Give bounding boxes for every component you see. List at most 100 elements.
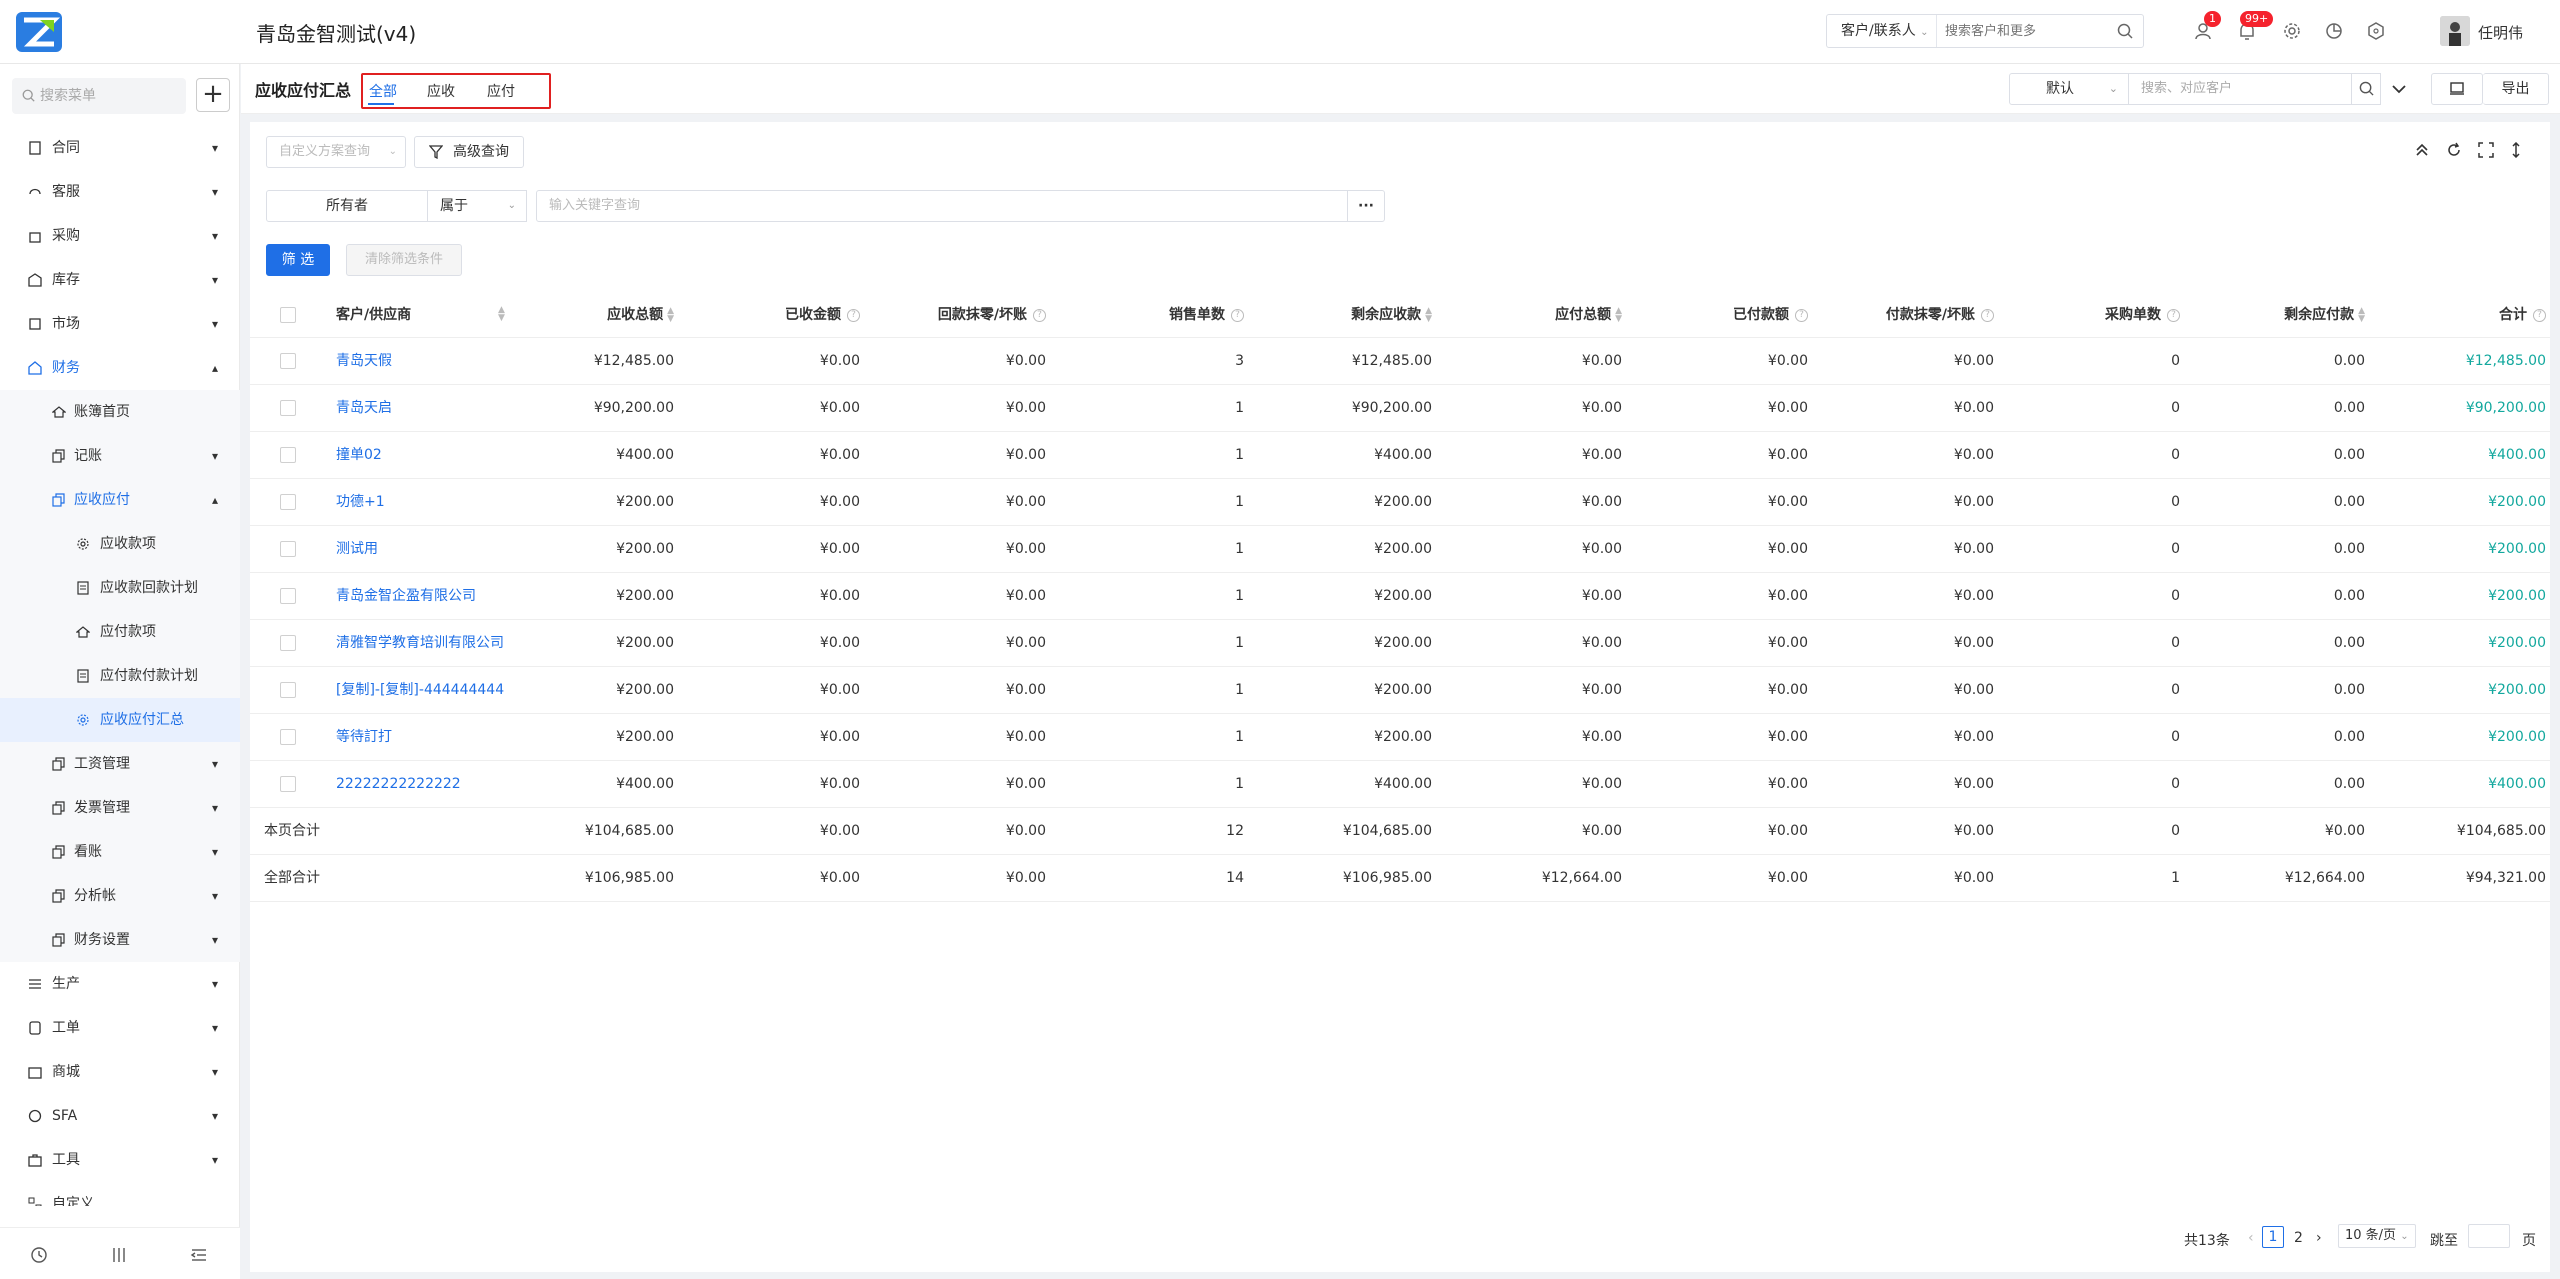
row-checkbox[interactable] <box>280 494 296 510</box>
select-all-checkbox[interactable] <box>280 307 296 323</box>
cell-received: ¥0.00 <box>819 776 860 792</box>
filter-keyword-input[interactable]: 输入关键字查询 <box>536 190 1348 222</box>
menu-search-input[interactable]: 搜索菜单 <box>12 78 186 114</box>
export-button[interactable]: 导出 <box>2483 73 2549 105</box>
gear-icon[interactable] <box>2281 20 2303 42</box>
sidebar-item-receivable-payable[interactable]: 应收应付 ▴ <box>0 478 240 522</box>
sidebar-item-payables[interactable]: 应付款项 <box>0 610 240 654</box>
clear-filter-button[interactable]: 清除筛选条件 <box>346 244 462 276</box>
header-search-button[interactable] <box>2351 73 2381 105</box>
sidebar-item-invoice[interactable]: 发票管理 ▾ <box>0 786 240 830</box>
refresh-icon[interactable] <box>2446 142 2462 158</box>
tab-receivable[interactable]: 应收 <box>427 81 455 101</box>
collapse-menu-icon[interactable] <box>190 1246 208 1264</box>
filter-button[interactable]: 筛 选 <box>266 244 330 276</box>
row-checkbox[interactable] <box>280 353 296 369</box>
cell-received: ¥0.00 <box>819 400 860 416</box>
user-name[interactable]: 任明伟 <box>2478 22 2523 43</box>
row-checkbox[interactable] <box>280 729 296 745</box>
sidebar-item-purchase[interactable]: 采购 ▾ <box>0 214 240 258</box>
sidebar-item-receivable-plan[interactable]: 应收款回款计划 <box>0 566 240 610</box>
page-size-select[interactable]: 10 条/页 ⌄ <box>2338 1224 2416 1248</box>
custom-scheme-select[interactable]: 自定义方案查询 ⌄ <box>266 136 406 168</box>
cell-paid: ¥0.00 <box>1767 823 1808 839</box>
cell-received: ¥0.00 <box>819 823 860 839</box>
pager-page-2[interactable]: 2 <box>2294 1230 2303 1246</box>
row-checkbox[interactable] <box>280 588 296 604</box>
filter-operator-select[interactable]: 属于 ⌄ <box>427 190 527 222</box>
col-header-payment-writeoff[interactable]: 付款抹零/坏账? <box>1794 292 1994 337</box>
sidebar-item-service[interactable]: 客服 ▾ <box>0 170 240 214</box>
history-icon[interactable] <box>30 1246 48 1264</box>
pager-prev-button[interactable]: ‹ <box>2248 1230 2254 1246</box>
sidebar-item-production[interactable]: 生产 ▾ <box>0 962 240 1006</box>
sidebar-item-analysis[interactable]: 分析帐 ▾ <box>0 874 240 918</box>
chevron-down-icon: ▾ <box>211 449 218 463</box>
row-checkbox[interactable] <box>280 776 296 792</box>
sidebar-item-finance[interactable]: 财务 ▴ <box>0 346 240 390</box>
sidebar-item-sfa[interactable]: SFA ▾ <box>0 1094 240 1138</box>
filter-field-select[interactable]: 所有者 <box>266 190 428 222</box>
col-header-receivable-total[interactable]: 应收总额 ▲ ▼ <box>474 292 674 337</box>
collapse-up-icon[interactable] <box>2414 142 2430 158</box>
tab-all[interactable]: 全部 <box>369 81 397 101</box>
row-checkbox[interactable] <box>280 635 296 651</box>
app-logo[interactable] <box>16 12 62 52</box>
col-header-payable-total[interactable]: 应付总额 ▲ ▼ <box>1422 292 1622 337</box>
pager-next-button[interactable]: › <box>2316 1230 2322 1246</box>
sidebar-item-custom[interactable]: 自定义 <box>0 1182 240 1206</box>
header-search-input[interactable]: 搜索、对应客户 <box>2128 73 2352 105</box>
col-header-receipt-writeoff[interactable]: 回款抹零/坏账? <box>846 292 1046 337</box>
sidebar-item-contract[interactable]: 合同 ▾ <box>0 126 240 170</box>
sidebar-item-receivables[interactable]: 应收款项 <box>0 522 240 566</box>
row-height-icon[interactable] <box>2508 142 2524 158</box>
avatar[interactable] <box>2440 16 2470 46</box>
view-select[interactable]: 默认 ⌄ <box>2009 73 2129 105</box>
sliders-icon[interactable] <box>110 1246 128 1264</box>
pager-jump-input[interactable] <box>2468 1224 2510 1248</box>
row-checkbox[interactable] <box>280 541 296 557</box>
sidebar-item-payroll[interactable]: 工资管理 ▾ <box>0 742 240 786</box>
sidebar-item-view-accounts[interactable]: 看账 ▾ <box>0 830 240 874</box>
sidebar-item-ticket[interactable]: 工单 ▾ <box>0 1006 240 1050</box>
cell-receipt-writeoff: ¥0.00 <box>1005 541 1046 557</box>
col-header-received[interactable]: 已收金额? <box>660 292 860 337</box>
sidebar-item-payable-plan[interactable]: 应付款付款计划 <box>0 654 240 698</box>
cell-remaining-receivable: ¥200.00 <box>1374 494 1432 510</box>
col-header-total[interactable]: 合计? <box>2346 292 2546 337</box>
col-header-sales-count[interactable]: 销售单数? <box>1044 292 1244 337</box>
col-header-purchase-count[interactable]: 采购单数? <box>1980 292 2180 337</box>
filter-icon <box>429 145 443 159</box>
filter-more-button[interactable]: ··· <box>1347 190 1385 222</box>
sidebar-item-store[interactable]: 商城 ▾ <box>0 1050 240 1094</box>
cell-payment-writeoff: ¥0.00 <box>1953 400 1994 416</box>
tab-payable[interactable]: 应付 <box>487 81 515 101</box>
col-header-remaining-payable[interactable]: 剩余应付款 ▲ ▼ <box>2165 292 2365 337</box>
sidebar-item-summary[interactable]: 应收应付汇总 <box>0 698 240 742</box>
row-checkbox[interactable] <box>280 400 296 416</box>
sidebar-item-finance-settings[interactable]: 财务设置 ▾ <box>0 918 240 962</box>
table-row: 青岛天启 ¥90,200.00 ¥0.00 ¥0.00 1 ¥90,200.00 ¥0.00… <box>250 385 2550 432</box>
col-header-paid[interactable]: 已付款额? <box>1608 292 1808 337</box>
chart-pie-icon[interactable] <box>2323 20 2345 42</box>
global-search-input[interactable] <box>1945 15 2105 47</box>
sidebar-item-market[interactable]: 市场 ▾ <box>0 302 240 346</box>
row-checkbox[interactable] <box>280 682 296 698</box>
search-type-select[interactable]: 客户/联系人 ⌄ <box>1827 15 1937 47</box>
advanced-query-button[interactable]: 高级查询 <box>414 136 524 168</box>
search-icon[interactable] <box>2117 23 2133 39</box>
pager-page-1[interactable]: 1 <box>2262 1226 2284 1248</box>
sidebar-item-ledger-home[interactable]: 账簿首页 <box>0 390 240 434</box>
cell-payable-total: ¥0.00 <box>1581 588 1622 604</box>
add-menu-button[interactable]: + <box>196 78 230 112</box>
fullscreen-icon[interactable] <box>2478 142 2494 158</box>
row-checkbox[interactable] <box>280 447 296 463</box>
chevron-down-icon[interactable] <box>2391 82 2407 96</box>
sidebar-item-bookkeeping[interactable]: 记账 ▾ <box>0 434 240 478</box>
sidebar-item-inventory[interactable]: 库存 ▾ <box>0 258 240 302</box>
gear-icon <box>77 538 89 550</box>
sidebar-item-tools[interactable]: 工具 ▾ <box>0 1138 240 1182</box>
print-button[interactable] <box>2431 73 2483 105</box>
col-header-remaining-receivable[interactable]: 剩余应收款 ▲ ▼ <box>1232 292 1432 337</box>
cube-icon[interactable] <box>2365 20 2387 42</box>
